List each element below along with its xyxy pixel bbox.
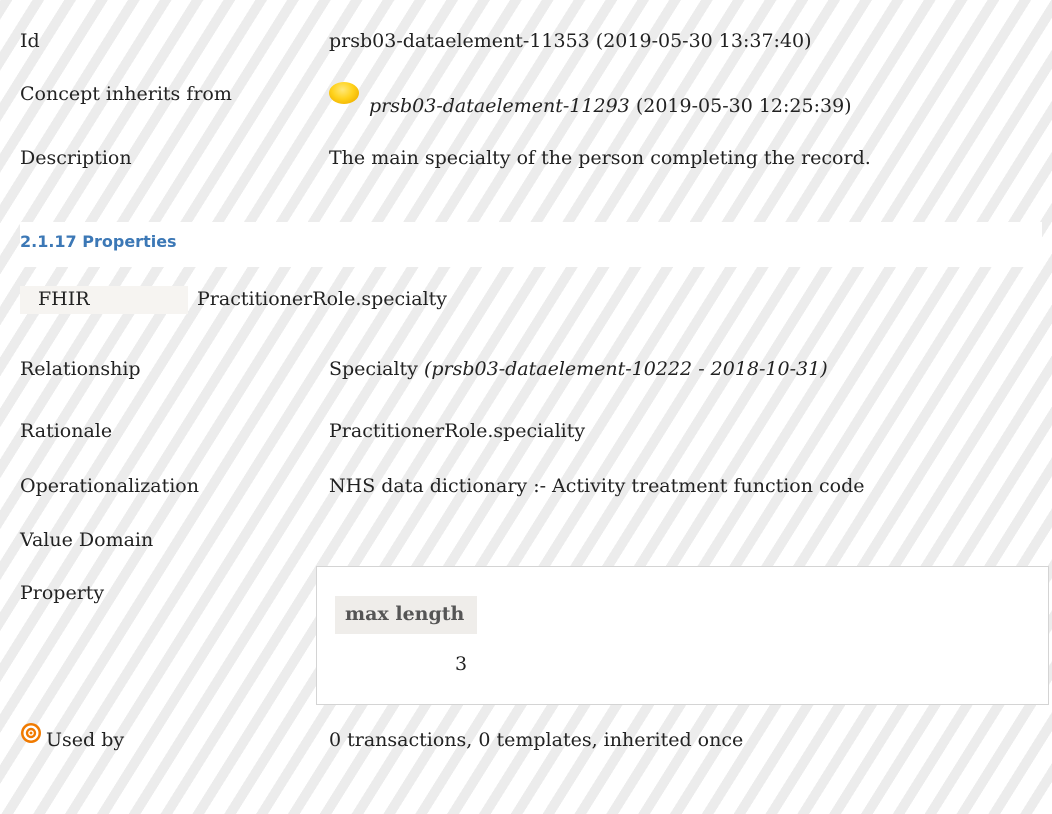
value-domain-label: Value Domain (20, 529, 154, 551)
property-table: max length 3 (316, 566, 1049, 705)
property-value: 3 (455, 653, 468, 675)
description-value: The main specialty of the person complet… (329, 147, 871, 169)
description-label: Description (20, 147, 132, 169)
fhir-key-label: FHIR (38, 288, 90, 310)
inherits-label: Concept inherits from (20, 83, 232, 105)
properties-section-header: 2.1.17 Properties (20, 222, 1042, 267)
relationship-value: Specialty (prsb03-dataelement-10222 - 20… (329, 358, 828, 380)
operationalization-label: Operationalization (20, 475, 199, 497)
id-value: prsb03-dataelement-11353 (2019-05-30 13:… (329, 30, 812, 52)
fhir-value: PractitionerRole.specialty (197, 288, 448, 310)
used-by-label: Used by (46, 729, 125, 751)
id-label: Id (20, 30, 40, 52)
relationship-label: Relationship (20, 358, 141, 380)
rationale-value: PractitionerRole.speciality (329, 420, 586, 442)
relationship-name: Specialty (329, 358, 418, 380)
relationship-ref-link[interactable]: (prsb03-dataelement-10222 - 2018-10-31) (424, 358, 828, 380)
concept-status-icon (329, 82, 359, 104)
property-header-label: max length (345, 603, 465, 625)
inherits-ref-link[interactable]: prsb03-dataelement-11293 (369, 95, 630, 117)
used-by-value: 0 transactions, 0 templates, inherited o… (329, 729, 744, 751)
property-label: Property (20, 582, 105, 604)
inherits-value: prsb03-dataelement-11293 (2019-05-30 12:… (369, 95, 852, 117)
rationale-label: Rationale (20, 420, 113, 442)
section-title: 2.1.17 Properties (20, 232, 177, 251)
property-header-cell: max length (335, 596, 477, 634)
inherits-date: (2019-05-30 12:25:39) (635, 95, 852, 117)
fhir-key-cell: FHIR (20, 286, 188, 314)
operationalization-value: NHS data dictionary :- Activity treatmen… (329, 475, 865, 497)
target-icon (21, 723, 41, 743)
